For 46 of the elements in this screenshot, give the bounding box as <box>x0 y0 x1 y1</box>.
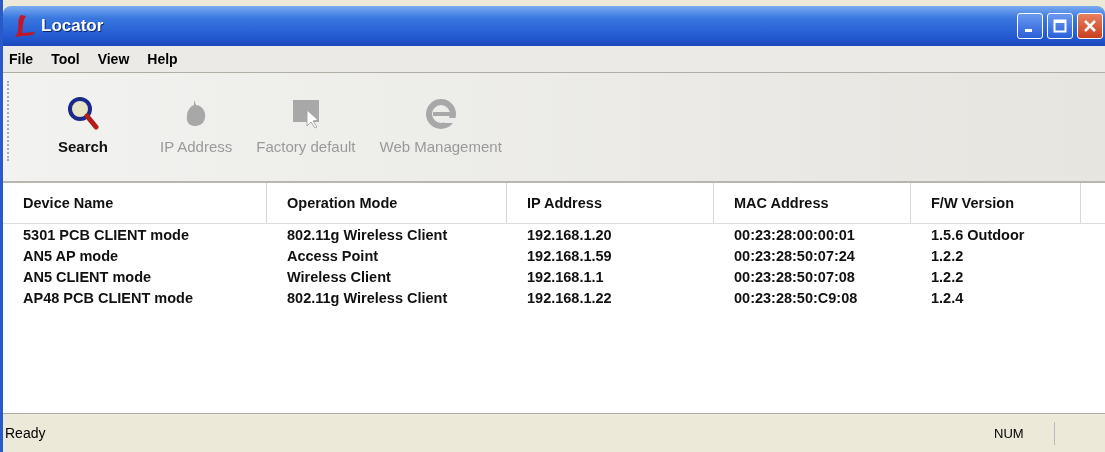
table-cell-text: 802.11g Wireless Client <box>286 289 449 306</box>
table-cell-text: 00:23:28:50:C9:08 <box>733 289 859 306</box>
maximize-icon <box>1053 19 1067 33</box>
table-cell-text: 192.168.1.59 <box>526 247 613 264</box>
table-cell-text: 1.2.2 <box>930 268 965 285</box>
menu-item[interactable]: File <box>9 51 34 67</box>
toolbar-grip[interactable] <box>7 81 12 161</box>
table-cell-text: 192.168.1.20 <box>526 226 613 243</box>
logo-icon <box>13 13 37 39</box>
maximize-button[interactable] <box>1047 13 1073 39</box>
menu-item[interactable]: Tool <box>51 51 80 67</box>
table-cell-text: 1.2.2 <box>930 247 965 264</box>
table-cell-text: Access Point <box>286 247 380 264</box>
table-row[interactable]: AN5 CLIENT mode Wireless Client 192.168.1.1 00:23:28:50:07:08 1.2.2 <box>3 266 1105 287</box>
menu-item[interactable]: Help <box>147 51 178 67</box>
status-text: Ready <box>4 425 47 441</box>
column-header[interactable]: Device Name <box>3 183 267 223</box>
column-header[interactable]: MAC Address <box>714 183 911 223</box>
table-cell-text: 00:23:28:50:07:24 <box>733 247 856 264</box>
table-cell-text: 5301 PCB CLIENT mode <box>22 226 190 243</box>
num-lock-indicator: NUM <box>994 421 1055 445</box>
table-row[interactable]: 5301 PCB CLIENT mode 802.11g Wireless Client 192.168.1.20 00:23:28:00:00:01 1.5.6 Outdoor <box>3 224 1105 245</box>
table-cell-text: 192.168.1.1 <box>526 268 605 285</box>
table-row[interactable]: AN5 AP mode Access Point 192.168.1.59 00:23:28:50:07:24 1.2.2 <box>3 245 1105 266</box>
table-cell-text: 1.5.6 Outdoor <box>930 226 1026 243</box>
table-cell-text: 192.168.1.22 <box>526 289 613 306</box>
table-cell-text: 1.2.4 <box>930 289 965 306</box>
table-cell-text: AP48 PCB CLIENT mode <box>22 289 194 306</box>
menu-item[interactable]: View <box>97 51 130 67</box>
toolbar-button[interactable]: Search <box>18 95 148 155</box>
table-cell-text: 00:23:28:50:07:08 <box>733 268 856 285</box>
table-cell-text: AN5 AP mode <box>22 247 120 264</box>
window-title: Locator <box>41 16 104 36</box>
close-button[interactable] <box>1077 13 1103 39</box>
close-icon <box>1083 19 1097 33</box>
table-cell-text: AN5 CLIENT mode <box>22 268 153 285</box>
table-cell-text: Wireless Client <box>286 268 392 285</box>
column-header[interactable]: IP Address <box>507 183 714 223</box>
minimize-icon <box>1024 28 1032 32</box>
table-cell-text: 802.11g Wireless Client <box>286 226 449 243</box>
column-header[interactable]: F/W Version <box>911 183 1081 223</box>
column-header[interactable]: Operation Mode <box>267 183 507 223</box>
magnifier-icon <box>66 95 100 130</box>
table-cell-text: 00:23:28:00:00:01 <box>733 226 856 243</box>
table-row[interactable]: AP48 PCB CLIENT mode 802.11g Wireless Client 192.168.1.22 00:23:28:50:C9:08 1.2.4 <box>3 287 1105 308</box>
minimize-button[interactable] <box>1017 13 1043 39</box>
